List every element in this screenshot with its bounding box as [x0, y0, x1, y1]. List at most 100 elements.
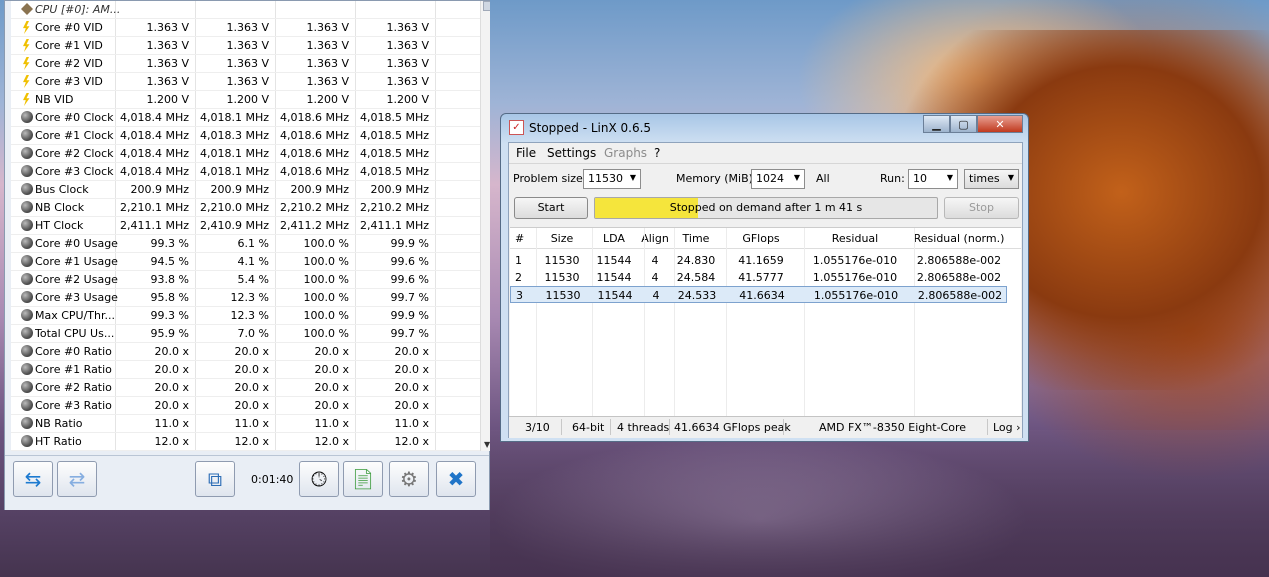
- sensor-row[interactable]: Core #2 VID 1.363 V 1.363 V 1.363 V 1.363 V: [11, 55, 490, 73]
- bolt-icon: [23, 57, 30, 70]
- result-cell: 11530: [544, 271, 580, 284]
- network-button[interactable]: ⧉: [195, 461, 235, 497]
- sensor-row[interactable]: NB Clock 2,210.1 MHz 2,210.0 MHz 2,210.2 MH…: [11, 199, 490, 217]
- sensor-label: Core #2 Clock: [35, 147, 114, 160]
- sensor-value-minimum: 20.0 x: [234, 345, 270, 358]
- sensor-value-minimum: 4,018.3 MHz: [199, 129, 269, 142]
- sensor-row[interactable]: Core #2 Ratio 20.0 x 20.0 x 20.0 x 20.0 x: [11, 379, 490, 397]
- menu-settings[interactable]: Settings: [547, 146, 596, 160]
- sensor-value-maximum: 100.0 %: [303, 327, 349, 340]
- sensor-row[interactable]: Core #3 Clock 4,018.4 MHz 4,018.1 MHz 4,018…: [11, 163, 490, 181]
- column-header[interactable]: #: [515, 232, 537, 245]
- result-cell: 2.806588e-002: [916, 254, 1002, 267]
- sensor-group-header[interactable]: CPU [#0]: AM...: [11, 1, 490, 19]
- sensor-row[interactable]: Core #1 Ratio 20.0 x 20.0 x 20.0 x 20.0 x: [11, 361, 490, 379]
- sensor-value-average: 1.200 V: [386, 93, 429, 106]
- sensor-value-average: 1.363 V: [386, 75, 429, 88]
- result-row[interactable]: 3 11530 11544 4 24.533 41.6634 1.055176e-010 2.…: [510, 286, 1007, 303]
- sensor-value-minimum: 12.3 %: [230, 291, 269, 304]
- run-unit-combo[interactable]: times ▼: [964, 169, 1019, 189]
- sensor-row[interactable]: Total CPU Us... 95.9 % 7.0 % 100.0 % 99.7 %: [11, 325, 490, 343]
- close-button[interactable]: ✖: [436, 461, 476, 497]
- sensor-label: Total CPU Us...: [35, 327, 115, 340]
- status-divider: [783, 419, 784, 435]
- expand-arrows-button[interactable]: ⇆: [13, 461, 53, 497]
- status-divider: [987, 419, 988, 435]
- problem-size-value: 11530: [588, 172, 623, 185]
- sensor-row[interactable]: HT Clock 2,411.1 MHz 2,410.9 MHz 2,411.2 MH…: [11, 217, 490, 235]
- sensor-value-average: 20.0 x: [394, 363, 430, 376]
- result-cell: 1.055176e-010: [812, 254, 898, 267]
- sensor-value-maximum: 20.0 x: [314, 381, 350, 394]
- sensor-row[interactable]: Core #1 Usage 94.5 % 4.1 % 100.0 % 99.6 %: [11, 253, 490, 271]
- sensor-row[interactable]: Core #1 VID 1.363 V 1.363 V 1.363 V 1.363 V: [11, 37, 490, 55]
- sensor-row[interactable]: HT Ratio 12.0 x 12.0 x 12.0 x 12.0 x: [11, 433, 490, 451]
- sensor-row[interactable]: Core #0 VID 1.363 V 1.363 V 1.363 V 1.363 V: [11, 19, 490, 37]
- vertical-scrollbar[interactable]: ▼: [480, 1, 490, 451]
- sensor-row[interactable]: Core #0 Clock 4,018.4 MHz 4,018.1 MHz 4,018…: [11, 109, 490, 127]
- sensor-row[interactable]: Max CPU/Thr... 99.3 % 12.3 % 100.0 % 99.9 %: [11, 307, 490, 325]
- sensor-value-current: 99.3 %: [150, 237, 189, 250]
- scrollbar-thumb[interactable]: [483, 1, 490, 11]
- scroll-down-arrow-icon[interactable]: ▼: [484, 440, 490, 449]
- sensor-value-average: 4,018.5 MHz: [359, 129, 429, 142]
- log-start-button[interactable]: 📄︎: [343, 461, 383, 497]
- problem-size-combo[interactable]: 11530 ▼: [583, 169, 641, 189]
- maximize-button[interactable]: ▢: [950, 115, 977, 133]
- column-header[interactable]: Size: [536, 232, 588, 245]
- sensor-row[interactable]: Core #2 Clock 4,018.4 MHz 4,018.1 MHz 4,018…: [11, 145, 490, 163]
- sensor-row[interactable]: Core #3 Ratio 20.0 x 20.0 x 20.0 x 20.0 x: [11, 397, 490, 415]
- sensor-value-minimum: 4,018.1 MHz: [199, 165, 269, 178]
- log-button[interactable]: Log ›: [993, 421, 1021, 434]
- column-header[interactable]: Residual: [800, 232, 910, 245]
- sensor-value-maximum: 11.0 x: [314, 417, 350, 430]
- sensor-value-minimum: 12.3 %: [230, 309, 269, 322]
- run-count-combo[interactable]: 10 ▼: [908, 169, 958, 189]
- sensor-value-average: 1.363 V: [386, 39, 429, 52]
- stop-button[interactable]: Stop: [944, 197, 1019, 219]
- sensor-label: NB Clock: [35, 201, 85, 214]
- sensor-row[interactable]: NB VID 1.200 V 1.200 V 1.200 V 1.200 V: [11, 91, 490, 109]
- progress-status-text: Stopped on demand after 1 m 41 s: [669, 201, 863, 214]
- sensor-row[interactable]: Core #3 Usage 95.8 % 12.3 % 100.0 % 99.7 %: [11, 289, 490, 307]
- menu-file[interactable]: File: [516, 146, 536, 160]
- column-header[interactable]: Residual (norm.): [910, 232, 1008, 245]
- menu-graphs[interactable]: Graphs: [604, 146, 647, 160]
- title-bar[interactable]: ✓ Stopped - LinX 0.6.5 ▁ ▢ ✕: [501, 114, 1028, 140]
- gauge-icon: [21, 183, 33, 195]
- problem-size-label: Problem size:: [513, 172, 587, 185]
- sensor-label: NB Ratio: [35, 417, 83, 430]
- collapse-arrows-button[interactable]: ⇄: [57, 461, 97, 497]
- sensor-row[interactable]: NB Ratio 11.0 x 11.0 x 11.0 x 11.0 x: [11, 415, 490, 433]
- reset-timer-button[interactable]: 🕓︎: [299, 461, 339, 497]
- sensor-value-current: 11.0 x: [154, 417, 190, 430]
- sensor-row[interactable]: Core #1 Clock 4,018.4 MHz 4,018.3 MHz 4,018…: [11, 127, 490, 145]
- sensor-row[interactable]: Bus Clock 200.9 MHz 200.9 MHz 200.9 MHz 200.…: [11, 181, 490, 199]
- column-header[interactable]: GFlops: [722, 232, 800, 245]
- column-header[interactable]: Time: [670, 232, 722, 245]
- settings-button[interactable]: ⚙: [389, 461, 429, 497]
- start-button[interactable]: Start: [514, 197, 588, 219]
- sensor-value-maximum: 100.0 %: [303, 273, 349, 286]
- result-row[interactable]: 2 11530 11544 4 24.584 41.5777 1.055176e-010 2.…: [510, 269, 1007, 286]
- window-close-button[interactable]: ✕: [977, 115, 1023, 133]
- all-memory-label[interactable]: All: [816, 172, 830, 185]
- sensor-value-average: 11.0 x: [394, 417, 430, 430]
- sensor-row[interactable]: Core #3 VID 1.363 V 1.363 V 1.363 V 1.363 V: [11, 73, 490, 91]
- sensor-value-minimum: 12.0 x: [234, 435, 270, 448]
- minimize-button[interactable]: ▁: [923, 115, 950, 133]
- sensor-value-maximum: 100.0 %: [303, 237, 349, 250]
- sensor-value-maximum: 4,018.6 MHz: [279, 111, 349, 124]
- result-row[interactable]: 1 11530 11544 4 24.830 41.1659 1.055176e-010 2.…: [510, 252, 1007, 269]
- sensor-row[interactable]: Core #2 Usage 93.8 % 5.4 % 100.0 % 99.6 %: [11, 271, 490, 289]
- sensor-label: Core #1 Ratio: [35, 363, 112, 376]
- sensor-value-minimum: 1.363 V: [226, 39, 269, 52]
- memory-combo[interactable]: 1024 ▼: [751, 169, 805, 189]
- sensor-label: Core #1 VID: [35, 39, 103, 52]
- menu-help[interactable]: ?: [654, 146, 660, 160]
- sensor-group-label: CPU [#0]: AM...: [35, 3, 119, 16]
- column-header[interactable]: LDA: [588, 232, 640, 245]
- sensor-row[interactable]: Core #0 Usage 99.3 % 6.1 % 100.0 % 99.9 %: [11, 235, 490, 253]
- bolt-icon: [23, 75, 30, 88]
- sensor-row[interactable]: Core #0 Ratio 20.0 x 20.0 x 20.0 x 20.0 x: [11, 343, 490, 361]
